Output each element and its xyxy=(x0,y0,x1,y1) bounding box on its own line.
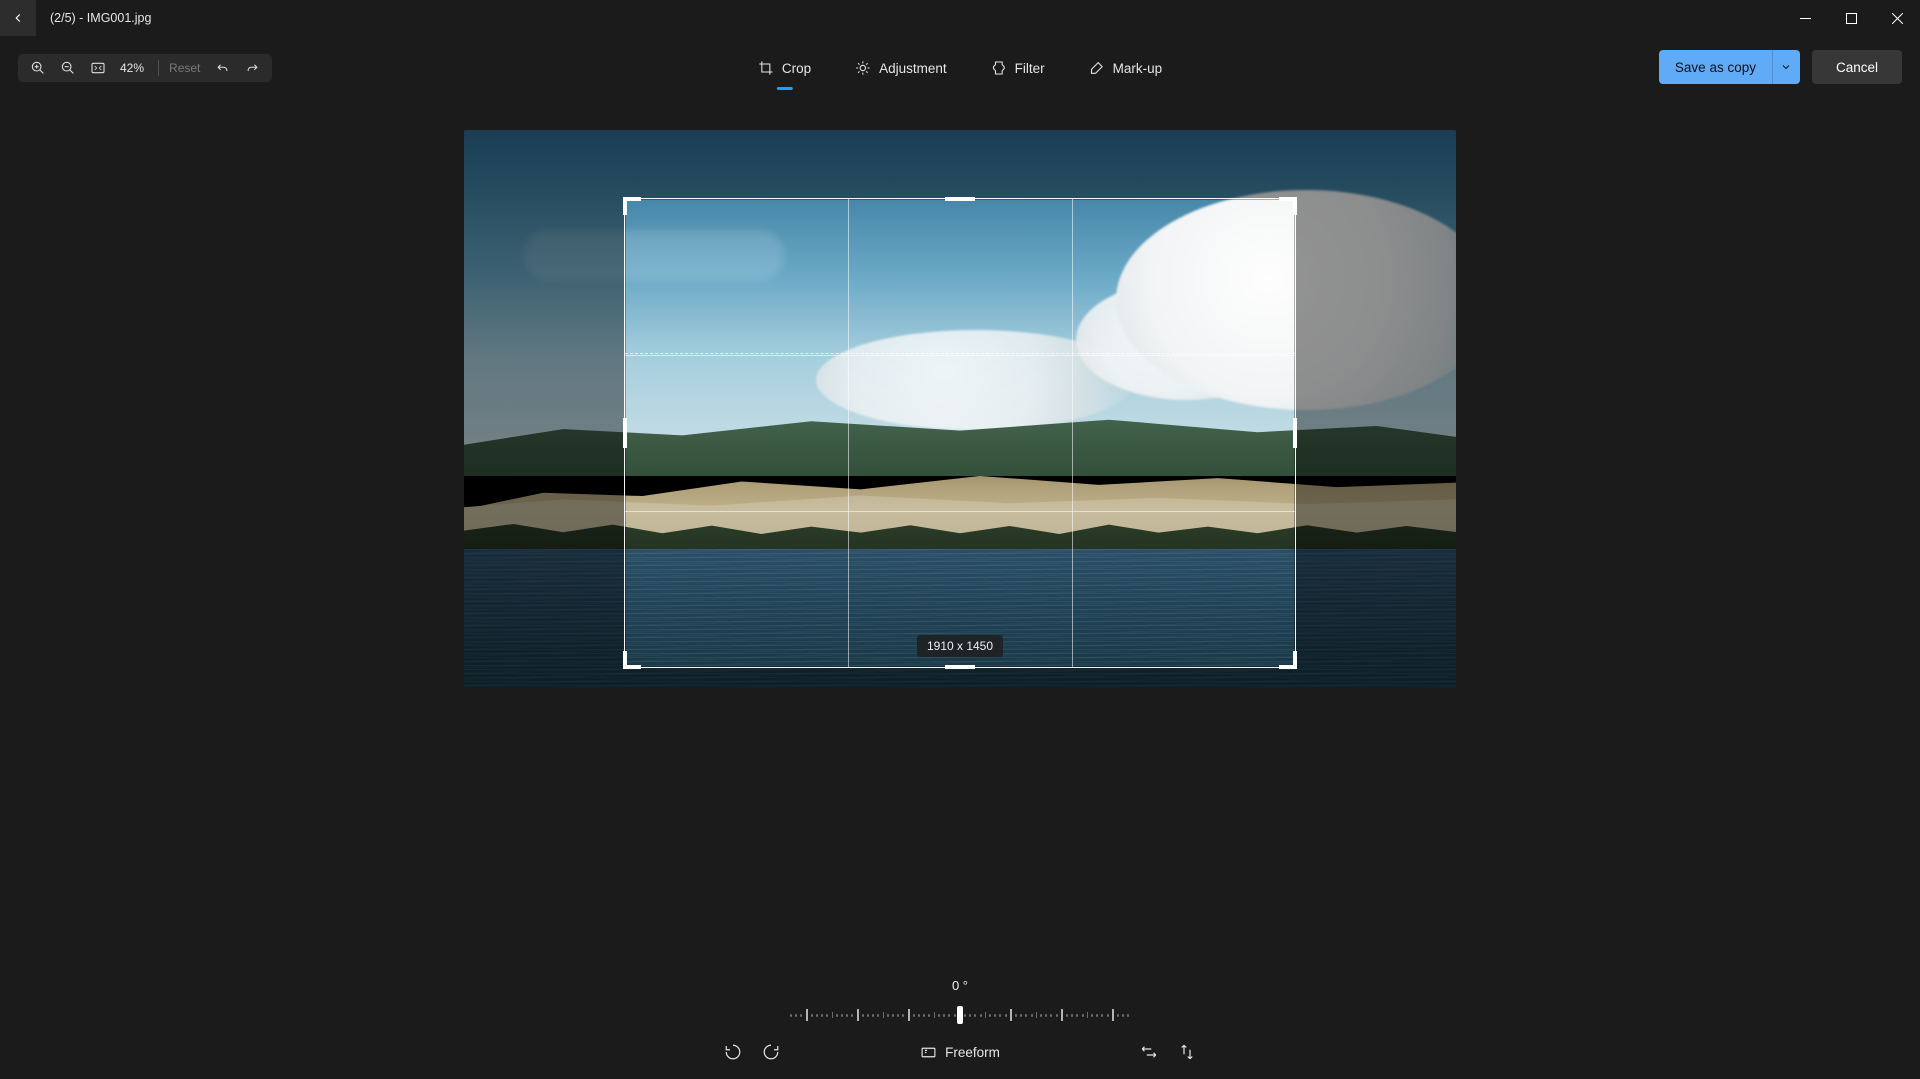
save-split-button: Save as copy xyxy=(1659,50,1800,84)
crop-grid-line xyxy=(625,355,1295,356)
crop-actions-row: Freeform xyxy=(724,1043,1196,1061)
crop-grid-line xyxy=(625,511,1295,512)
divider xyxy=(158,60,159,76)
canvas-wrap: 1910 x 1450 xyxy=(464,130,1456,688)
zoom-out-button[interactable] xyxy=(54,54,82,82)
arrow-left-icon xyxy=(11,11,25,25)
tab-adjustment-label: Adjustment xyxy=(879,61,947,76)
maximize-icon xyxy=(1846,13,1857,24)
crop-handle-left[interactable] xyxy=(623,418,627,448)
cancel-button[interactable]: Cancel xyxy=(1812,50,1902,84)
bottom-controls: 0 ° xyxy=(0,978,1920,1061)
tab-filter-label: Filter xyxy=(1015,61,1045,76)
fit-screen-icon xyxy=(90,60,106,76)
flip-vertical-icon xyxy=(1178,1043,1196,1061)
close-button[interactable] xyxy=(1874,0,1920,36)
filter-icon xyxy=(991,60,1007,76)
crop-dimensions-badge: 1910 x 1450 xyxy=(917,635,1003,657)
aspect-ratio-button[interactable]: Freeform xyxy=(920,1044,1000,1061)
tab-markup-label: Mark-up xyxy=(1113,61,1163,76)
window-title: (2/5) - IMG001.jpg xyxy=(36,11,151,25)
zoom-in-button[interactable] xyxy=(24,54,52,82)
crop-handle-right[interactable] xyxy=(1293,418,1297,448)
back-button[interactable] xyxy=(0,0,36,36)
zoom-out-icon xyxy=(60,60,76,76)
tab-adjustment[interactable]: Adjustment xyxy=(851,56,951,80)
reset-button[interactable]: Reset xyxy=(165,61,206,75)
crop-handle-bottom-left[interactable] xyxy=(623,651,641,669)
crop-handle-bottom[interactable] xyxy=(945,665,975,669)
crop-rectangle[interactable]: 1910 x 1450 xyxy=(624,198,1296,668)
redo-button[interactable] xyxy=(238,54,266,82)
titlebar: (2/5) - IMG001.jpg xyxy=(0,0,1920,36)
rotation-thumb[interactable] xyxy=(957,1006,963,1024)
edit-tabs: Crop Adjustment Filter Mark-up xyxy=(754,50,1166,86)
crop-icon xyxy=(758,60,774,76)
aspect-ratio-icon xyxy=(920,1044,937,1061)
fit-screen-button[interactable] xyxy=(84,54,112,82)
crop-grid-line xyxy=(1072,199,1073,667)
crop-handle-top-left[interactable] xyxy=(623,197,641,215)
save-options-button[interactable] xyxy=(1772,50,1800,84)
undo-icon xyxy=(215,61,230,76)
rotate-cw-icon xyxy=(762,1043,780,1061)
adjustment-icon xyxy=(855,60,871,76)
flip-horizontal-icon xyxy=(1140,1043,1158,1061)
flip-horizontal-button[interactable] xyxy=(1140,1043,1158,1061)
undo-button[interactable] xyxy=(208,54,236,82)
chevron-down-icon xyxy=(1780,61,1792,73)
rotate-ccw-button[interactable] xyxy=(724,1043,742,1061)
markup-icon xyxy=(1089,60,1105,76)
image-canvas[interactable]: 1910 x 1450 xyxy=(464,130,1456,688)
close-icon xyxy=(1892,13,1903,24)
redo-icon xyxy=(245,61,260,76)
tab-filter[interactable]: Filter xyxy=(987,56,1049,80)
rotation-slider[interactable] xyxy=(790,1005,1130,1025)
rotate-cw-button[interactable] xyxy=(762,1043,780,1061)
crop-grid-line xyxy=(848,199,849,667)
crop-horizon-line xyxy=(625,353,1295,354)
flip-group xyxy=(1140,1043,1196,1061)
flip-vertical-button[interactable] xyxy=(1178,1043,1196,1061)
minimize-button[interactable] xyxy=(1782,0,1828,36)
toolbar: 42% Reset Crop Adjustment Filter Mark-up xyxy=(0,36,1920,100)
aspect-ratio-label: Freeform xyxy=(945,1045,1000,1060)
zoom-in-icon xyxy=(30,60,46,76)
rotation-angle-label: 0 ° xyxy=(952,978,968,993)
tab-markup[interactable]: Mark-up xyxy=(1085,56,1167,80)
tab-crop-label: Crop xyxy=(782,61,811,76)
minimize-icon xyxy=(1800,13,1811,24)
rotate-group xyxy=(724,1043,780,1061)
window-controls xyxy=(1782,0,1920,36)
rotate-ccw-icon xyxy=(724,1043,742,1061)
crop-handle-top[interactable] xyxy=(945,197,975,201)
edit-area: 1910 x 1450 xyxy=(0,100,1920,959)
action-buttons: Save as copy Cancel xyxy=(1659,50,1902,84)
zoom-toolbox: 42% Reset xyxy=(18,54,272,82)
crop-handle-top-right[interactable] xyxy=(1279,197,1297,215)
maximize-button[interactable] xyxy=(1828,0,1874,36)
zoom-value[interactable]: 42% xyxy=(114,61,152,75)
save-as-copy-button[interactable]: Save as copy xyxy=(1659,50,1772,84)
crop-handle-bottom-right[interactable] xyxy=(1279,651,1297,669)
tab-crop[interactable]: Crop xyxy=(754,56,815,80)
